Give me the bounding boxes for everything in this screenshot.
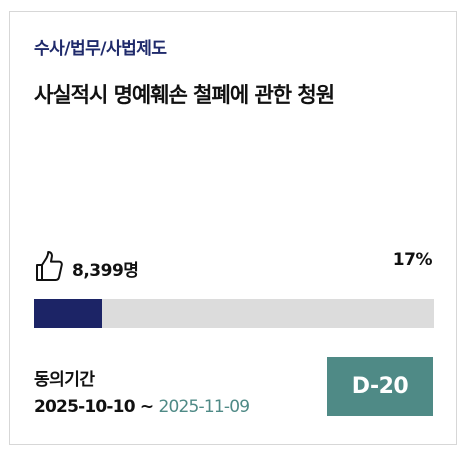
period-dates: 2025-10-10 ~ 2025-11-09 <box>34 397 250 417</box>
petition-category: 수사/법무/사법제도 <box>34 39 167 59</box>
petition-title[interactable]: 사실적시 명예훼손 철폐에 관한 청원 <box>34 79 335 109</box>
like-count: 8,399명 <box>72 260 139 281</box>
petition-card[interactable]: 수사/법무/사법제도 사실적시 명예훼손 철폐에 관한 청원 8,399명 17… <box>9 11 457 445</box>
thumbs-up-icon <box>36 251 63 281</box>
end-date: 2025-11-09 <box>158 397 250 417</box>
likes-counter: 8,399명 <box>34 248 139 284</box>
start-date: 2025-10-10 <box>34 397 136 417</box>
date-separator: ~ <box>134 397 159 417</box>
period-label: 동의기간 <box>34 370 95 390</box>
progress-percent: 17% <box>392 250 433 270</box>
progress-fill <box>34 299 102 328</box>
dday-badge: D-20 <box>327 357 433 416</box>
progress-bar <box>34 299 434 328</box>
